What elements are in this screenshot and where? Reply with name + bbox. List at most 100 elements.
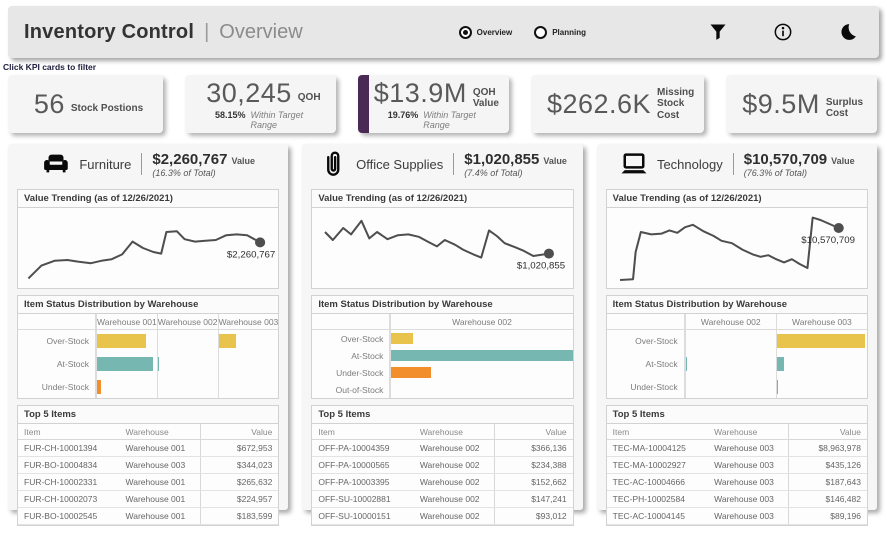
category-value: $2,260,767 [152,150,228,168]
filter-icon[interactable] [707,21,729,43]
item-warehouse: Warehouse 001 [119,490,201,508]
item-id: TEC-PH-10002584 [606,490,709,508]
top5-col-header: Warehouse [708,424,789,440]
top5-section: Top 5 Items Item Warehouse Value TEC-MA-1000… [605,405,868,526]
item-value: $344,023 [199,456,279,474]
kpi-subline: 19.76% Within Target Range [388,110,499,130]
trend-end-dot[interactable] [544,248,555,259]
kpi-value: 30,245 [206,78,292,108]
top5-col-header: Value [199,424,279,440]
radio-planning[interactable] [534,25,548,39]
trend-end-dot[interactable] [255,237,266,248]
table-row[interactable]: TEC-MA-10002927 Warehouse 003 $435,126 [606,456,867,474]
top5-col-header: Value [788,424,867,440]
status-bar-at-stock[interactable] [391,350,573,361]
trend-title: Value Trending (as of 12/26/2021) [18,190,279,208]
status-column-header: Warehouse 002 [684,314,776,330]
table-row[interactable]: FUR-BO-10004834 Warehouse 003 $344,023 [18,456,279,474]
table-row[interactable]: TEC-AC-10004666 Warehouse 003 $187,643 [606,473,867,491]
status-row-label: Over-Stock [312,330,391,347]
kpi-label: Surplus Cost [825,97,864,119]
trend-end-label: $2,260,767 [227,249,275,260]
status-grid-corner [312,314,391,330]
status-cell [96,375,157,398]
kpi-subline: 58.15% Within Target Range [215,110,326,130]
category-share: (7.4% of Total) [464,167,523,178]
category-header: Office Supplies $1,020,855 Value (7.4% of T… [311,149,573,179]
item-id: FUR-CH-10002331 [18,473,120,491]
dark-mode-icon[interactable] [837,21,859,43]
couch-icon [41,149,71,179]
trend-section: Value Trending (as of 12/26/2021) $1,020,… [311,189,574,289]
status-bar-under-stock[interactable] [391,367,432,378]
item-value: $147,241 [494,490,573,508]
kpi-label: Missing Stock Cost [657,86,695,121]
trend-section: Value Trending (as of 12/26/2021) $10,570… [605,189,868,289]
kpi-card-qoh[interactable]: 30,245 QOH 58.15% Within Target Range [185,75,336,133]
header-divider [141,153,143,175]
status-bar-at-stock[interactable] [776,356,785,372]
status-bar-over-stock[interactable] [391,333,414,344]
status-bar-at-stock[interactable] [685,356,687,372]
view-option-overview[interactable]: Overview [458,25,513,39]
table-row[interactable]: FUR-CH-10002331 Warehouse 001 $265,632 [18,473,279,491]
table-row[interactable]: TEC-PH-10002584 Warehouse 003 $146,482 [606,490,867,508]
status-bar-under-stock[interactable] [776,379,778,394]
table-row[interactable]: FUR-BO-10002545 Warehouse 001 $183,599 [18,507,279,525]
item-warehouse: Warehouse 001 [119,507,201,525]
item-warehouse: Warehouse 003 [119,456,201,474]
table-row[interactable]: TEC-MA-10004125 Warehouse 003 $8,963,978 [606,439,867,457]
table-row[interactable]: OFF-SU-10002881 Warehouse 002 $147,241 [312,490,573,508]
table-row[interactable]: FUR-CH-10002073 Warehouse 001 $224,957 [18,490,279,508]
status-bar-over-stock[interactable] [218,334,237,349]
trend-line-chart: $2,260,767 [27,230,275,280]
status-cell [684,330,776,353]
item-id: FUR-CH-10001394 [18,439,120,457]
header-divider [732,153,734,175]
info-icon[interactable] [772,21,794,43]
category-header: Technology $10,570,709 Value (76.3% of Tota… [606,149,868,179]
view-option-label: Overview [476,27,513,37]
radio-overview-selected[interactable] [458,25,472,39]
category-value-suffix: Value [231,155,255,166]
item-value: $672,953 [199,439,279,457]
status-bar-over-stock[interactable] [776,334,866,349]
kpi-card-stock-postions[interactable]: 56 Stock Postions [8,75,163,133]
status-column-header: Warehouse 002 [156,314,218,330]
view-option-planning[interactable]: Planning [534,25,586,39]
table-row[interactable]: OFF-PA-10000565 Warehouse 002 $234,388 [312,456,573,474]
kpi-card-missing-stock-cost[interactable]: $262.6K Missing Stock Cost [530,75,705,133]
item-id: FUR-BO-10004834 [18,456,120,474]
table-row[interactable]: TEC-AC-10004145 Warehouse 003 $89,196 [606,507,867,525]
category-card-furniture: Furniture $2,260,767 Value (16.3% of Total)… [8,144,289,526]
status-section: Item Status Distribution by Warehouse War… [605,295,868,399]
status-column-header: Warehouse 003 [775,314,867,330]
status-bar-over-stock[interactable] [97,334,146,349]
item-warehouse: Warehouse 003 [708,490,789,508]
item-warehouse: Warehouse 001 [119,439,201,457]
status-bar-under-stock[interactable] [97,379,102,394]
status-bar-at-stock[interactable] [157,356,159,372]
status-grid-corner [606,314,685,330]
kpi-label: QOH [297,92,321,103]
table-row[interactable]: OFF-SU-10000151 Warehouse 002 $93,012 [312,507,573,525]
header-controls: Overview Planning [458,21,859,43]
table-row[interactable]: OFF-PA-10004359 Warehouse 002 $366,136 [312,439,573,457]
top5-section: Top 5 Items Item Warehouse Value OFF-PA-1000… [311,405,574,526]
top5-table: Item Warehouse Value FUR-CH-10001394 Warehou… [18,424,279,525]
item-warehouse: Warehouse 003 [708,456,789,474]
item-warehouse: Warehouse 002 [413,490,495,508]
trend-end-dot[interactable] [833,223,844,233]
item-warehouse: Warehouse 003 [708,473,789,491]
kpi-card-qoh-value[interactable]: $13.9M QOH Value 19.76% Within Target Range [357,75,509,133]
kpi-card-surplus-cost[interactable]: $9.5M Surplus Cost [726,75,878,133]
status-cell [775,330,867,353]
kpi-main: 56 Stock Postions [24,89,153,120]
item-warehouse: Warehouse 003 [708,507,789,525]
table-row[interactable]: FUR-CH-10001394 Warehouse 001 $672,953 [18,439,279,457]
category-card-technology: Technology $10,570,709 Value (76.3% of Tota… [596,144,877,526]
status-bar-at-stock[interactable] [97,356,153,372]
category-value-block: $2,260,767 Value (16.3% of Total) [152,151,255,178]
title-separator: | [204,20,210,43]
table-row[interactable]: OFF-PA-10003395 Warehouse 002 $152,662 [312,473,573,491]
